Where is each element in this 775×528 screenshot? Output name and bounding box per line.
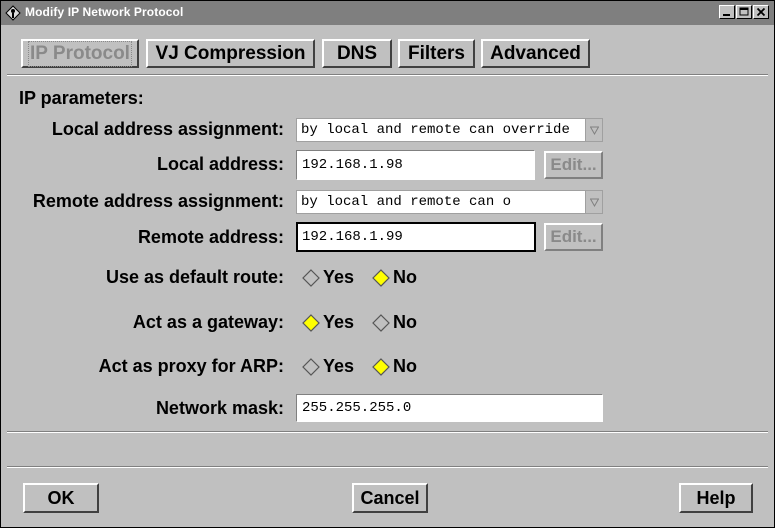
- help-button[interactable]: Help: [679, 483, 753, 513]
- minimize-button[interactable]: [719, 5, 735, 19]
- tab-ip-protocol-label: IP Protocol: [28, 40, 132, 67]
- remote-assignment-value: by local and remote can o: [301, 194, 512, 210]
- remote-address-field[interactable]: 192.168.1.99: [296, 222, 536, 252]
- tab-filters-label: Filters: [407, 42, 466, 64]
- close-icon: [756, 7, 766, 17]
- radio-diamond-selected-icon: [372, 357, 390, 376]
- local-address-edit-button[interactable]: Edit...: [544, 151, 603, 179]
- dialog-window: Modify IP Network Protocol IP Protocol V…: [0, 0, 775, 528]
- gateway-yes-label: Yes: [323, 312, 355, 332]
- default-route-yes-label: Yes: [323, 267, 355, 287]
- proxy-arp-no-label: No: [393, 356, 417, 376]
- minimize-icon: [723, 14, 730, 16]
- local-assignment-value: by local and remote can override: [301, 122, 570, 138]
- netmask-label: Network mask:: [155, 398, 284, 418]
- tab-vj-compression[interactable]: VJ Compression: [146, 39, 315, 68]
- title-bar[interactable]: Modify IP Network Protocol: [1, 1, 774, 25]
- gateway-no-label: No: [393, 312, 417, 332]
- section-title: IP parameters:: [19, 88, 144, 108]
- default-route-label: Use as default route:: [105, 267, 284, 287]
- gateway-label: Act as a gateway:: [132, 312, 284, 332]
- ok-button[interactable]: OK: [23, 483, 99, 513]
- proxy-arp-yes-radio[interactable]: Yes: [301, 356, 354, 377]
- radio-diamond-selected-icon: [372, 268, 390, 287]
- default-route-no-label: No: [393, 267, 417, 287]
- separator: [7, 466, 768, 468]
- tab-advanced-label: Advanced: [490, 42, 581, 64]
- maximize-button[interactable]: [736, 5, 752, 19]
- proxy-arp-yes-label: Yes: [323, 356, 355, 376]
- tab-ip-protocol[interactable]: IP Protocol: [21, 39, 139, 68]
- gateway-yes-radio[interactable]: Yes: [301, 312, 354, 333]
- local-assignment-label: Local address assignment:: [51, 119, 284, 139]
- netmask-field[interactable]: 255.255.255.0: [296, 394, 603, 422]
- remote-assignment-select[interactable]: by local and remote can o: [296, 190, 603, 214]
- default-route-no-radio[interactable]: No: [371, 267, 417, 288]
- separator: [7, 74, 768, 76]
- local-address-label: Local address:: [156, 154, 284, 174]
- remote-address-edit-button[interactable]: Edit...: [544, 223, 603, 251]
- proxy-arp-label: Act as proxy for ARP:: [98, 356, 284, 376]
- proxy-arp-no-radio[interactable]: No: [371, 356, 417, 377]
- remote-address-label: Remote address:: [137, 227, 284, 247]
- tab-advanced[interactable]: Advanced: [481, 39, 590, 68]
- radio-diamond-icon: [302, 268, 320, 287]
- tab-dns-label: DNS: [336, 42, 378, 64]
- tab-dns[interactable]: DNS: [322, 39, 392, 68]
- radio-diamond-selected-icon: [302, 313, 320, 332]
- maximize-icon: [739, 7, 749, 16]
- separator: [7, 431, 768, 433]
- network-app-icon: [5, 5, 21, 21]
- window-title: Modify IP Network Protocol: [25, 5, 184, 19]
- tab-filters[interactable]: Filters: [398, 39, 475, 68]
- radio-diamond-icon: [302, 357, 320, 376]
- gateway-no-radio[interactable]: No: [371, 312, 417, 333]
- close-button[interactable]: [753, 5, 769, 19]
- remote-assignment-label: Remote address assignment:: [32, 191, 284, 211]
- dropdown-arrow-icon[interactable]: [585, 191, 602, 213]
- local-assignment-select[interactable]: by local and remote can override: [296, 118, 603, 142]
- local-address-field[interactable]: 192.168.1.98: [296, 150, 535, 180]
- dropdown-arrow-icon[interactable]: [585, 119, 602, 141]
- radio-diamond-icon: [372, 313, 390, 332]
- cancel-button[interactable]: Cancel: [352, 483, 428, 513]
- tab-vj-compression-label: VJ Compression: [155, 42, 306, 64]
- default-route-yes-radio[interactable]: Yes: [301, 267, 354, 288]
